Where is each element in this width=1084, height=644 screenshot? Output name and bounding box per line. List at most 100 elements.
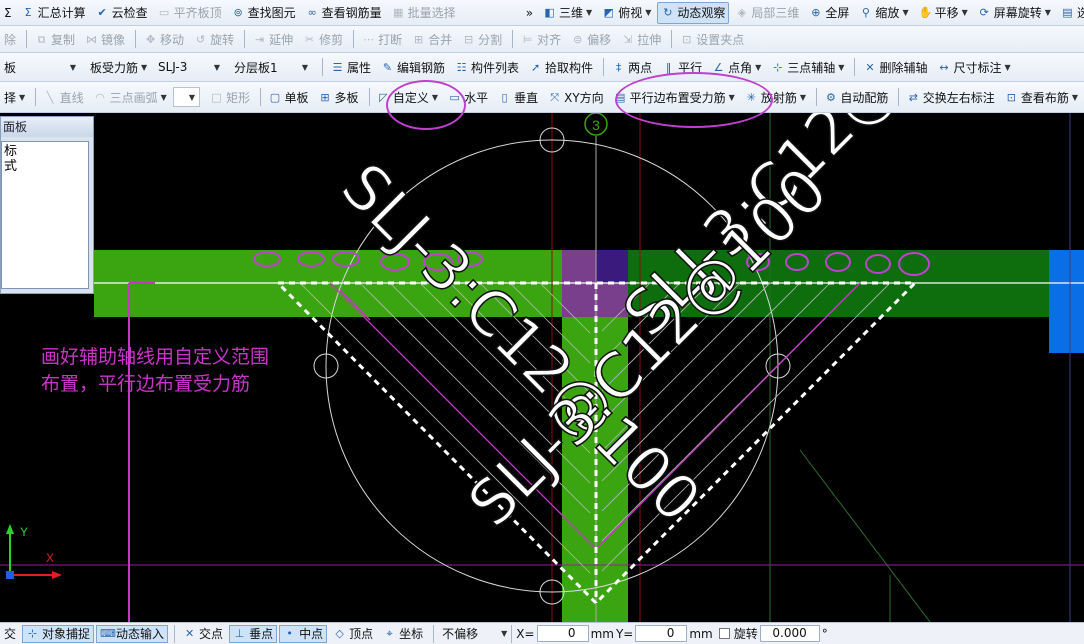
cloud-check-icon: ✔ bbox=[97, 6, 107, 19]
snap-label: 动态输入 bbox=[116, 627, 165, 641]
chevron-down-icon[interactable]: ▼ bbox=[800, 93, 806, 102]
view-button-pan[interactable]: ✋ 平移 ▼ bbox=[915, 2, 972, 24]
left-stub-icon[interactable]: Σ bbox=[0, 2, 16, 24]
modify-button-break[interactable]: ⋯ 打断 bbox=[358, 28, 406, 50]
toolbar-button-align-slab[interactable]: ▭ 平齐板顶 bbox=[154, 2, 226, 24]
chevron-down-icon[interactable]: ▼ bbox=[501, 629, 507, 638]
component-dropdown-1[interactable]: 板受力筋 ▼ bbox=[86, 57, 148, 77]
component-button-pick-component[interactable]: ➚ 拾取构件 bbox=[525, 56, 597, 78]
draw-button-vertical[interactable]: ▯ 垂直 bbox=[494, 86, 542, 108]
offset-select[interactable]: 不偏移 bbox=[438, 625, 496, 643]
draw-button-xy-direction[interactable]: ⤧ XY方向 bbox=[544, 86, 608, 108]
x-input[interactable]: 0 bbox=[536, 625, 589, 642]
stretch-icon: ⇲ bbox=[623, 32, 633, 46]
view-button-top-view[interactable]: ◩ 俯视 ▼ bbox=[598, 2, 655, 24]
toolbar-button-batch-select[interactable]: ▦ 批量选择 bbox=[388, 2, 460, 24]
chevron-down-icon[interactable]: ▼ bbox=[19, 93, 25, 102]
local-3d-icon: ◈ bbox=[737, 6, 747, 19]
view-button-select[interactable]: ▤ 选择 bbox=[1057, 2, 1084, 24]
draw-button-stub[interactable]: 择 ▼ bbox=[0, 86, 29, 108]
chevron-down-icon[interactable]: ▼ bbox=[1004, 63, 1010, 72]
rotate-checkbox[interactable] bbox=[718, 628, 730, 639]
snap-toggle-midpoint[interactable]: • 中点 bbox=[279, 624, 328, 643]
component-button-three-point-axis[interactable]: ⊹ 三点辅轴 ▼ bbox=[767, 56, 848, 78]
snap-toggle-intersection[interactable]: ✕ 交点 bbox=[179, 625, 227, 643]
toolbar-button-rebar-quantity[interactable]: ∞ 查看钢筋量 bbox=[302, 2, 386, 24]
draw-button-multi-slab[interactable]: ⊞ 多板 bbox=[314, 86, 362, 108]
snap-toggle-snap[interactable]: ⊹ 对象捕捉 bbox=[22, 624, 95, 643]
modify-button-trim[interactable]: ✂ 修剪 bbox=[299, 28, 347, 50]
chevron-down-icon[interactable]: ▼ bbox=[902, 8, 908, 17]
component-dropdown-0[interactable]: 板 ▼ bbox=[0, 57, 80, 77]
offset-icon: ⊜ bbox=[573, 32, 583, 46]
draw-button-arc[interactable]: ◠ 三点画弧 ▼ bbox=[90, 86, 171, 108]
chevron-down-icon[interactable]: ▼ bbox=[1045, 8, 1051, 17]
component-button-two-point[interactable]: ‡ 两点 bbox=[608, 56, 656, 78]
draw-button-swap-label[interactable]: ⇄ 交换左右标注 bbox=[903, 86, 999, 108]
rotate-input[interactable]: 0.000 bbox=[759, 625, 820, 642]
component-dropdown-3[interactable]: 分层板1 ▼ bbox=[230, 57, 312, 77]
snap-toggle-dynamic-input[interactable]: ⌨ 动态输入 bbox=[96, 624, 169, 643]
view-button-zoom[interactable]: ⚲ 缩放 ▼ bbox=[855, 2, 912, 24]
property-panel[interactable]: 面板 标 式 bbox=[0, 116, 94, 294]
chevron-down-icon[interactable]: ▼ bbox=[645, 8, 651, 17]
modify-button-rotate[interactable]: ↺ 旋转 bbox=[190, 28, 238, 50]
modify-button-move[interactable]: ✥ 移动 bbox=[140, 28, 188, 50]
chevron-down-icon[interactable]: ▼ bbox=[161, 93, 167, 102]
line-style-dropdown[interactable]: ▼ bbox=[172, 87, 201, 107]
align-slab-icon: ▭ bbox=[158, 6, 170, 19]
draw-button-view-rebar[interactable]: ⊡ 查看布筋 ▼ bbox=[1001, 86, 1082, 108]
view-button-local-3d[interactable]: ◈ 局部三维 bbox=[731, 2, 803, 24]
toolbar-separator bbox=[353, 30, 355, 48]
toolbar-button-binoculars[interactable]: ⊚ 查找图元 bbox=[228, 2, 300, 24]
view-button-orbit[interactable]: ↻ 动态观察 bbox=[657, 1, 730, 24]
toolbar-separator bbox=[512, 30, 514, 48]
arc-icon: ◠ bbox=[95, 90, 105, 104]
chevron-down-icon[interactable]: ▼ bbox=[586, 8, 592, 17]
view-button-screen-rotate-label: 屏幕旋转 bbox=[993, 6, 1042, 20]
x-unit: mm bbox=[590, 626, 614, 641]
modify-button-merge[interactable]: ⊞ 合并 bbox=[408, 28, 456, 50]
modify-button-stub[interactable]: 除 bbox=[0, 28, 20, 50]
component-button-edit-rebar[interactable]: ✎ 编辑钢筋 bbox=[377, 56, 449, 78]
x-label: X= bbox=[516, 626, 535, 641]
component-button-delete-axis[interactable]: ✕ 删除辅轴 bbox=[859, 56, 931, 78]
modify-button-extend[interactable]: ⇥ 延伸 bbox=[249, 28, 297, 50]
view-button-fullscreen[interactable]: ⊕ 全屏 bbox=[805, 2, 853, 24]
modify-button-grip[interactable]: ⊡ 设置夹点 bbox=[676, 28, 748, 50]
y-input[interactable]: 0 bbox=[635, 625, 688, 642]
chevron-down-icon[interactable]: ▼ bbox=[755, 63, 761, 72]
snap-toggle-perpendicular[interactable]: ⊥ 垂点 bbox=[229, 624, 278, 643]
toolbar-overflow-button[interactable]: » bbox=[522, 2, 537, 24]
draw-button-auto-rebar[interactable]: ⚙ 自动配筋 bbox=[820, 86, 892, 108]
component-dropdown-2[interactable]: SLJ-3 ▼ bbox=[154, 57, 224, 77]
modify-button-mirror[interactable]: ⋈ 镜像 bbox=[81, 28, 129, 50]
panel-body[interactable]: 标 式 bbox=[1, 141, 89, 289]
view-button-cube[interactable]: ◧ 三维 ▼ bbox=[539, 2, 596, 24]
chevron-down-icon[interactable]: ▼ bbox=[838, 63, 844, 72]
draw-button-single-slab[interactable]: ▢ 单板 bbox=[264, 86, 312, 108]
draw-button-line[interactable]: ╲ 直线 bbox=[40, 86, 88, 108]
chevron-down-icon[interactable]: ▼ bbox=[962, 8, 968, 17]
view-button-screen-rotate[interactable]: ⟳ 屏幕旋转 ▼ bbox=[974, 2, 1055, 24]
binoculars-icon: ⊚ bbox=[233, 6, 243, 19]
y-unit: mm bbox=[689, 626, 713, 641]
view-button-cube-label: 三维 bbox=[559, 6, 584, 20]
two-point-icon: ‡ bbox=[615, 60, 622, 74]
draw-button-rectangle[interactable]: □ 矩形 bbox=[206, 86, 254, 108]
modify-button-stretch[interactable]: ⇲ 拉伸 bbox=[617, 28, 665, 50]
status-stub[interactable]: 交 bbox=[0, 625, 20, 643]
component-button-dimension[interactable]: ↔ 尺寸标注 ▼ bbox=[933, 56, 1014, 78]
modify-button-mirror-label: 镜像 bbox=[101, 32, 126, 47]
modify-button-copy[interactable]: ⧉ 复制 bbox=[31, 28, 79, 50]
toolbar-button-sum[interactable]: Σ 汇总计算 bbox=[18, 2, 90, 24]
chevron-down-icon[interactable]: ▼ bbox=[1072, 93, 1078, 102]
modify-button-offset[interactable]: ⊜ 偏移 bbox=[567, 28, 615, 50]
snap-toggle-coordinate[interactable]: ⌖ 坐标 bbox=[379, 625, 427, 643]
modify-button-split[interactable]: ⊟ 分割 bbox=[458, 28, 506, 50]
component-button-properties[interactable]: ☰ 属性 bbox=[327, 56, 375, 78]
toolbar-button-cloud-check[interactable]: ✔ 云检查 bbox=[92, 2, 152, 24]
component-button-component-list[interactable]: ☷ 构件列表 bbox=[451, 56, 523, 78]
modify-button-align[interactable]: ⊨ 对齐 bbox=[517, 28, 565, 50]
snap-toggle-vertex[interactable]: ◇ 顶点 bbox=[329, 625, 377, 643]
